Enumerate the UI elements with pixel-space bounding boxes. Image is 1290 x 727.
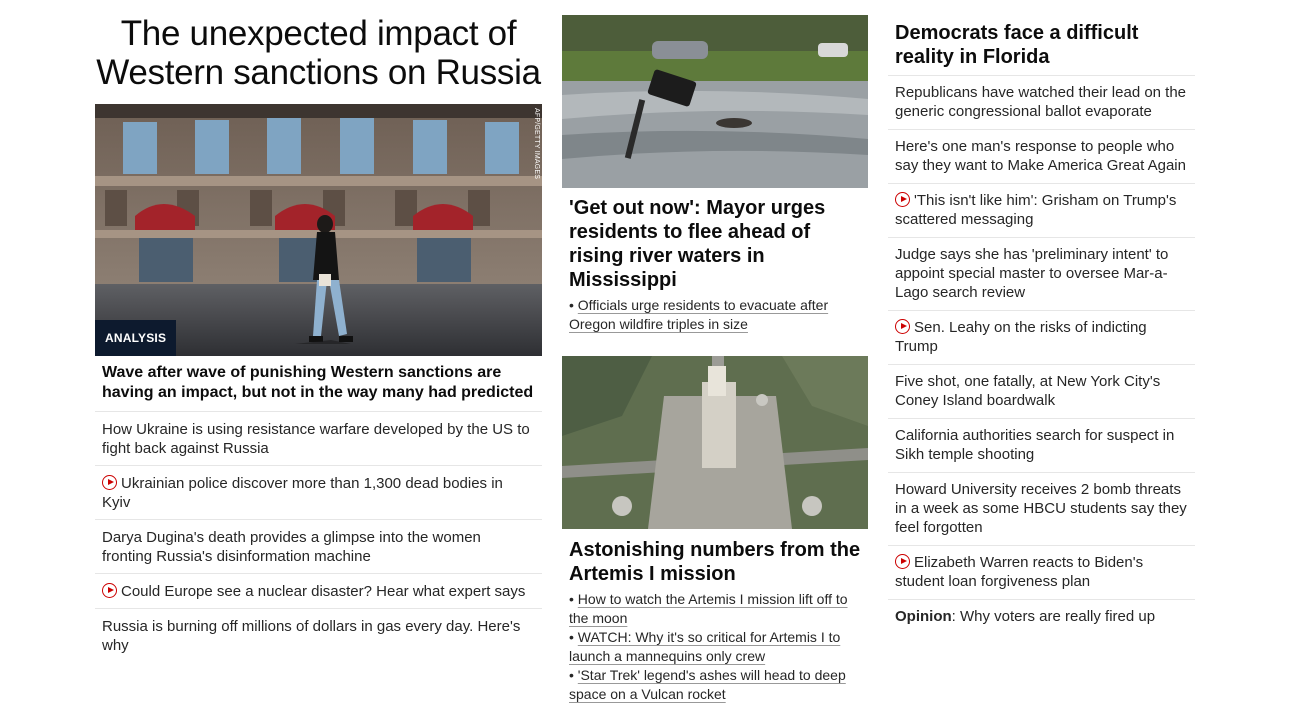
list-item[interactable]: Sen. Leahy on the risks of indicting Tru…: [888, 311, 1195, 365]
related-link[interactable]: How to watch the Artemis I mission lift …: [569, 591, 848, 626]
list-item-text: Elizabeth Warren reacts to Biden's stude…: [895, 554, 1144, 590]
list-item-text: California authorities search for suspec…: [895, 427, 1175, 463]
list-item[interactable]: Russia is burning off millions of dollar…: [95, 609, 542, 662]
artemis-story-headline[interactable]: Astonishing numbers from the Artemis I m…: [562, 529, 868, 590]
lead-story-column: The unexpected impact of Western sanctio…: [95, 14, 542, 662]
right-column-list: Republicans have watched their lead on t…: [888, 76, 1195, 634]
list-item[interactable]: Republicans have watched their lead on t…: [888, 76, 1195, 130]
lead-story-summary-link[interactable]: Wave after wave of punishing Western san…: [95, 356, 542, 412]
list-item-text: How Ukraine is using resistance warfare …: [102, 421, 530, 457]
list-item-text: Sen. Leahy on the risks of indicting Tru…: [895, 319, 1147, 355]
list-item[interactable]: California authorities search for suspec…: [888, 419, 1195, 473]
lead-story-image[interactable]: AFP/GETTY IMAGES ANALYSIS: [95, 104, 542, 356]
list-item-text: Here's one man's response to people who …: [895, 138, 1186, 174]
artemis-story-related: • How to watch the Artemis I mission lif…: [569, 591, 848, 702]
list-item-text: Russia is burning off millions of dollar…: [102, 618, 521, 654]
list-item[interactable]: Howard University receives 2 bomb threat…: [888, 473, 1195, 546]
opinion-text: : Why voters are really fired up: [951, 608, 1156, 625]
list-item[interactable]: 'This isn't like him': Grisham on Trump'…: [888, 184, 1195, 238]
right-column: Democrats face a difficult reality in Fl…: [888, 18, 1195, 634]
play-icon: [895, 319, 910, 334]
list-item-text: 'This isn't like him': Grisham on Trump'…: [895, 192, 1177, 228]
lead-story-title-link[interactable]: The unexpected impact of Western sanctio…: [96, 14, 541, 92]
list-item-text: Five shot, one fatally, at New York City…: [895, 373, 1161, 409]
middle-column: 'Get out now': Mayor urges residents to …: [562, 15, 868, 704]
artemis-story-image[interactable]: [562, 356, 868, 529]
related-link[interactable]: 'Star Trek' legend's ashes will head to …: [569, 667, 846, 702]
list-item[interactable]: Five shot, one fatally, at New York City…: [888, 365, 1195, 419]
list-item-text: Republicans have watched their lead on t…: [895, 84, 1187, 120]
flood-story-image[interactable]: [562, 15, 868, 188]
related-link[interactable]: Officials urge residents to evacuate aft…: [569, 297, 828, 332]
play-icon: [102, 583, 117, 598]
list-item[interactable]: Elizabeth Warren reacts to Biden's stude…: [888, 546, 1195, 600]
list-item[interactable]: Could Europe see a nuclear disaster? Hea…: [95, 574, 542, 609]
list-item-text: Howard University receives 2 bomb threat…: [895, 481, 1187, 536]
list-item[interactable]: Darya Dugina's death provides a glimpse …: [95, 520, 542, 574]
play-icon: [102, 475, 117, 490]
flood-story-related: • Officials urge residents to evacuate a…: [569, 297, 829, 332]
play-icon: [895, 192, 910, 207]
list-item-text: Ukrainian police discover more than 1,30…: [102, 475, 503, 511]
lead-story-title[interactable]: The unexpected impact of Western sanctio…: [95, 14, 542, 92]
flood-story-headline[interactable]: 'Get out now': Mayor urges residents to …: [562, 188, 868, 296]
analysis-badge: ANALYSIS: [95, 320, 177, 356]
florida-story-headline[interactable]: Democrats face a difficult reality in Fl…: [888, 18, 1195, 76]
related-link[interactable]: WATCH: Why it's so critical for Artemis …: [569, 629, 840, 664]
list-item[interactable]: Judge says she has 'preliminary intent' …: [888, 238, 1195, 311]
opinion-label: Opinion: [895, 608, 952, 625]
list-item[interactable]: Here's one man's response to people who …: [888, 130, 1195, 184]
list-item[interactable]: How Ukraine is using resistance warfare …: [95, 412, 542, 466]
opinion-link[interactable]: Opinion: Why voters are really fired up: [888, 600, 1195, 634]
list-item-text: Could Europe see a nuclear disaster? Hea…: [121, 583, 526, 600]
lead-story-related-list: How Ukraine is using resistance warfare …: [95, 412, 542, 662]
play-icon: [895, 554, 910, 569]
list-item[interactable]: Ukrainian police discover more than 1,30…: [95, 466, 542, 520]
list-item-text: Judge says she has 'preliminary intent' …: [895, 246, 1169, 301]
list-item-text: Darya Dugina's death provides a glimpse …: [102, 529, 481, 565]
image-credit: AFP/GETTY IMAGES: [533, 108, 540, 180]
